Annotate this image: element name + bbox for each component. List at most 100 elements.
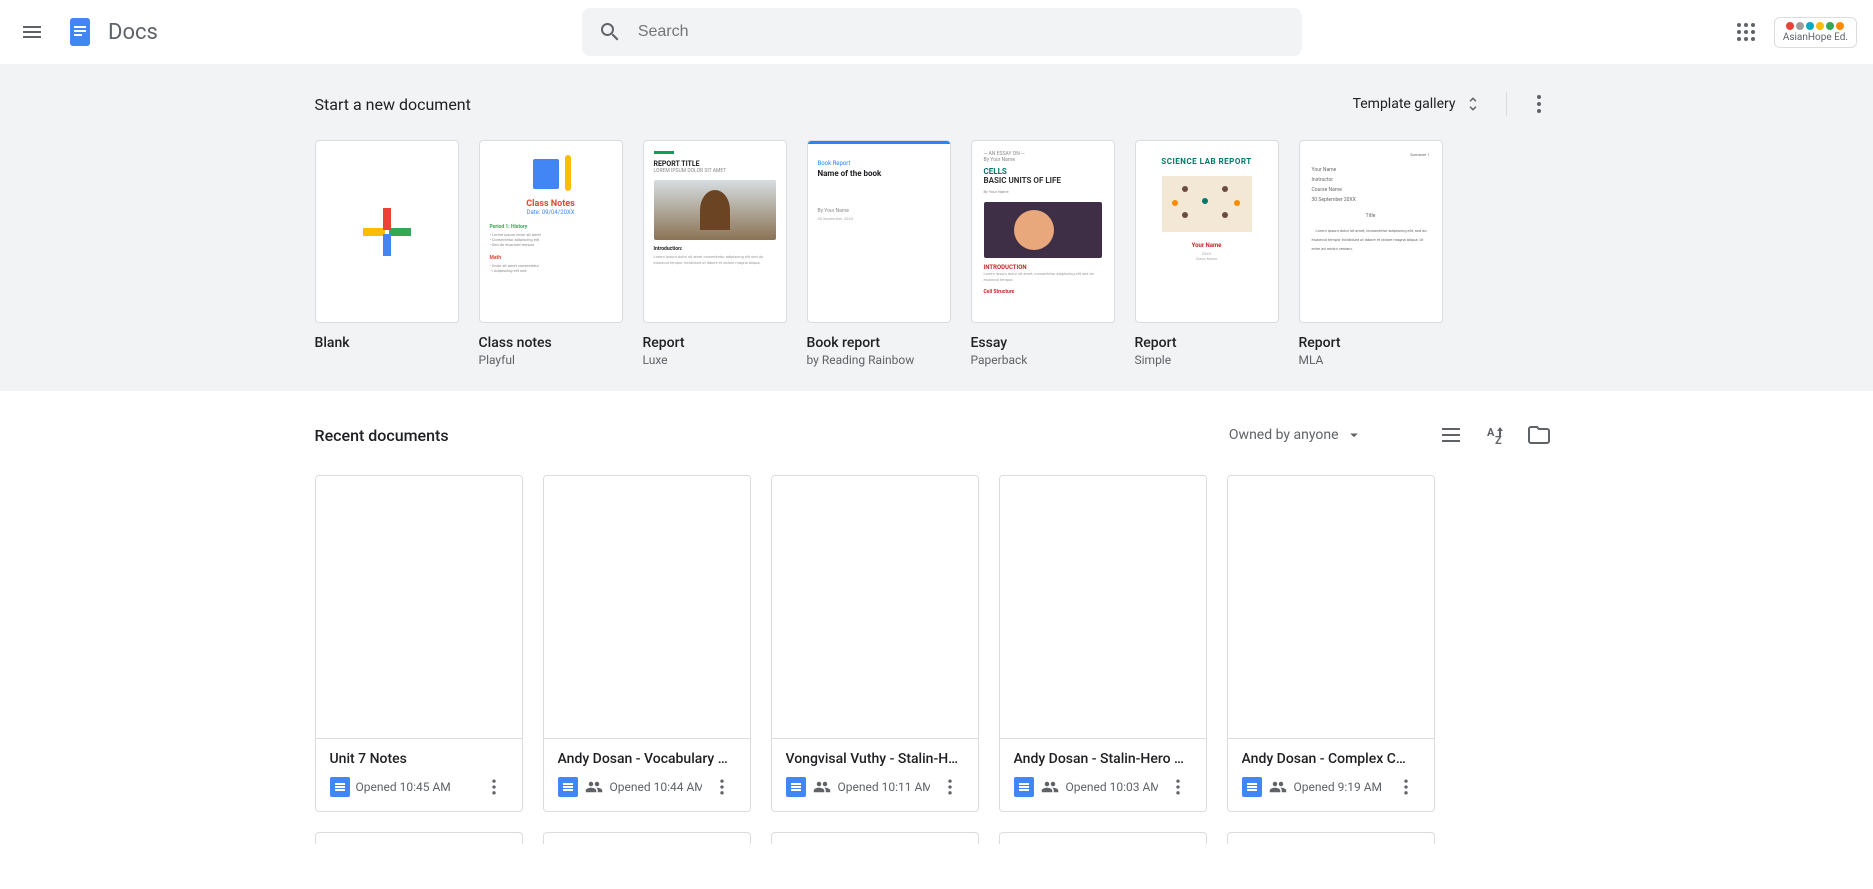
doc-thumbnail [1000,476,1206,739]
doc-grid-next-row [315,832,1559,844]
owner-filter-label: Owned by anyone [1229,427,1339,443]
doc-name: Andy Dosan - Complex C… [1242,751,1420,767]
template-sub: MLA [1299,353,1443,367]
doc-card[interactable]: Andy Dosan - Complex C…Opened 9:19 AM [1227,475,1435,812]
doc-more-button[interactable] [480,773,508,801]
google-apps-button[interactable] [1726,12,1766,52]
folder-icon [1527,423,1551,447]
logo-area[interactable]: Docs [60,12,158,52]
doc-more-button[interactable] [1164,773,1192,801]
app-name: Docs [108,20,158,45]
template-grid: Blank Class NotesDate: 09/04/20XXPeriod … [315,140,1559,367]
doc-card[interactable]: Unit 7 Notes Opened 10:45 AM [315,475,523,812]
template-name: Report [1135,335,1279,351]
more-vert-icon [940,777,960,797]
search-box[interactable] [582,8,1302,56]
template-gallery-label: Template gallery [1353,96,1456,112]
template-sub: Paperback [971,353,1115,367]
recent-heading: Recent documents [315,426,449,445]
template-report-mla[interactable]: Surname 1Your NameInstructorCourse Name3… [1299,140,1443,367]
template-sub: by Reading Rainbow [807,353,951,367]
doc-opened-time: Opened 10:11 AM [838,780,930,794]
doc-more-button[interactable] [936,773,964,801]
open-file-picker-button[interactable] [1519,415,1559,455]
template-name: Report [643,335,787,351]
doc-opened-time: Opened 10:44 AM [610,780,702,794]
doc-name: Andy Dosan - Stalin-Hero … [1014,751,1192,767]
template-blank[interactable]: Blank [315,140,459,367]
doc-thumbnail [316,476,522,739]
template-book-report[interactable]: Book ReportName of the bookBy Your Name3… [807,140,951,367]
doc-opened-time: Opened 10:45 AM [356,780,474,794]
doc-name: Unit 7 Notes [330,751,508,767]
header-right: AsianHope Ed. [1726,12,1865,52]
account-label: AsianHope Ed. [1783,32,1848,43]
search-wrap [158,8,1726,56]
template-more-button[interactable] [1519,84,1559,124]
doc-card[interactable]: Andy Dosan - Stalin-Hero … Opened 10:03 A… [999,475,1207,812]
search-input[interactable] [630,23,1294,41]
doc-card[interactable]: Vongvisal Vuthy - Stalin-H… Opened 10:11 … [771,475,979,812]
template-report-simple[interactable]: SCIENCE LAB REPORTYour Name20XXClass Nam… [1135,140,1279,367]
more-vert-icon [1527,92,1551,116]
template-heading: Start a new document [315,95,471,114]
doc-meta: Unit 7 Notes Opened 10:45 AM [316,739,522,811]
doc-meta: Andy Dosan - Vocabulary …Opened 10:44 AM [544,739,750,811]
template-essay-paperback[interactable]: — AN ESSAY ON —By Your NameCELLSBASIC UN… [971,140,1115,367]
template-report-luxe[interactable]: REPORT TITLELOREM IPSUM DOLOR SIT AMETIn… [643,140,787,367]
doc-card-partial[interactable] [315,832,523,844]
plus-icon [363,208,411,256]
docs-logo-icon [60,12,100,52]
doc-card-partial[interactable] [999,832,1207,844]
more-vert-icon [712,777,732,797]
main-menu-button[interactable] [8,8,56,56]
doc-meta: Andy Dosan - Complex C…Opened 9:19 AM [1228,739,1434,811]
recent-section: Recent documents Owned by anyone AZ Unit… [287,391,1587,864]
docs-file-icon [330,777,350,797]
shared-icon [584,777,604,797]
doc-name: Vongvisal Vuthy - Stalin-H… [786,751,964,767]
doc-more-button[interactable] [708,773,736,801]
shared-icon [812,777,832,797]
shared-icon [1268,777,1288,797]
template-header: Start a new document Template gallery [315,80,1559,128]
doc-card-partial[interactable] [543,832,751,844]
more-vert-icon [1168,777,1188,797]
template-class-notes[interactable]: Class NotesDate: 09/04/20XXPeriod 1: His… [479,140,623,367]
badge-dots-icon [1783,22,1848,30]
doc-thumbnail [772,476,978,739]
doc-thumbnail [1228,476,1434,739]
search-icon [590,12,630,52]
template-name: Essay [971,335,1115,351]
sort-button[interactable]: AZ [1475,415,1515,455]
doc-opened-time: Opened 10:03 AM [1066,780,1158,794]
doc-meta: Vongvisal Vuthy - Stalin-H… Opened 10:11 … [772,739,978,811]
owner-filter-dropdown[interactable]: Owned by anyone [1221,418,1371,452]
doc-more-button[interactable] [1392,773,1420,801]
list-view-button[interactable] [1431,415,1471,455]
template-sub: Simple [1135,353,1279,367]
template-name: Report [1299,335,1443,351]
doc-card-partial[interactable] [771,832,979,844]
template-sub: Luxe [643,353,787,367]
doc-grid: Unit 7 Notes Opened 10:45 AM Andy Dosan - … [315,475,1559,812]
doc-thumbnail [544,476,750,739]
shared-icon [1040,777,1060,797]
docs-file-icon [786,777,806,797]
template-sub: Playful [479,353,623,367]
template-name: Book report [807,335,951,351]
account-badge[interactable]: AsianHope Ed. [1774,17,1857,48]
dropdown-arrow-icon [1345,426,1363,444]
hamburger-icon [20,20,44,44]
divider [1506,92,1507,116]
recent-header: Recent documents Owned by anyone AZ [315,411,1559,459]
apps-grid-icon [1734,20,1758,44]
doc-card-partial[interactable] [1227,832,1435,844]
template-section: Start a new document Template gallery Bl… [0,64,1873,391]
template-gallery-button[interactable]: Template gallery [1341,87,1494,121]
svg-text:A: A [1487,426,1495,439]
docs-file-icon [1014,777,1034,797]
doc-card[interactable]: Andy Dosan - Vocabulary …Opened 10:44 AM [543,475,751,812]
more-vert-icon [1396,777,1416,797]
docs-file-icon [1242,777,1262,797]
